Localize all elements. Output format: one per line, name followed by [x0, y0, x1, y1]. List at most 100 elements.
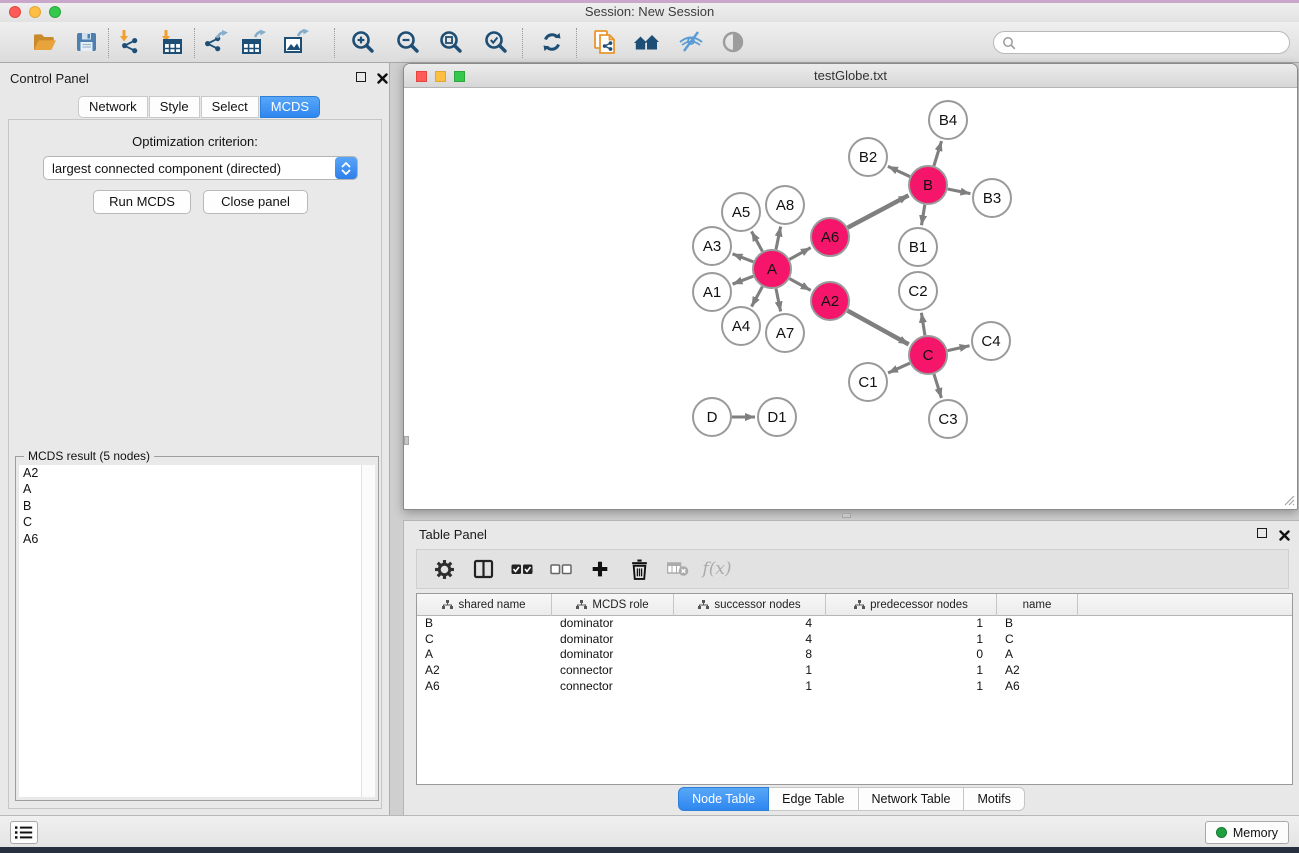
graph-node-C1[interactable]: C1: [849, 363, 887, 401]
network-window-titlebar[interactable]: testGlobe.txt: [404, 64, 1297, 88]
column-header-predecessor-nodes[interactable]: predecessor nodes: [826, 594, 997, 616]
graph-edge-A-A2[interactable]: [790, 279, 811, 291]
column-header-successor-nodes[interactable]: successor nodes: [674, 594, 826, 616]
export-table-icon[interactable]: [241, 29, 267, 55]
graph-edge-B-B1[interactable]: [922, 205, 925, 226]
memory-button[interactable]: Memory: [1205, 821, 1289, 844]
graph-node-A1[interactable]: A1: [693, 273, 731, 311]
mcds-result-item[interactable]: A2: [19, 465, 361, 481]
close-table-panel-icon[interactable]: [1279, 528, 1291, 540]
table-cell[interactable]: B: [997, 616, 1078, 632]
zoom-out-icon[interactable]: [395, 29, 421, 55]
home-view-icon[interactable]: [633, 29, 659, 55]
graph-edge-A-A6[interactable]: [790, 248, 811, 260]
graph-node-D[interactable]: D: [693, 398, 731, 436]
clone-network-icon[interactable]: [592, 29, 618, 55]
graph-edge-C-C1[interactable]: [888, 363, 910, 373]
open-session-icon[interactable]: [32, 29, 58, 55]
export-network-icon[interactable]: [203, 29, 229, 55]
run-mcds-button[interactable]: Run MCDS: [93, 190, 191, 214]
table-cell[interactable]: 1: [826, 616, 997, 632]
graph-node-C2[interactable]: C2: [899, 272, 937, 310]
graph-node-B1[interactable]: B1: [899, 228, 937, 266]
graph-node-D1[interactable]: D1: [758, 398, 796, 436]
mcds-result-item[interactable]: A6: [19, 531, 361, 547]
mcds-result-item[interactable]: B: [19, 498, 361, 514]
graph-edge-A2-C[interactable]: [848, 311, 909, 345]
column-header-name[interactable]: name: [997, 594, 1078, 616]
table-cell[interactable]: A2: [417, 663, 552, 679]
search-input[interactable]: [1021, 36, 1281, 50]
float-panel-icon[interactable]: [356, 72, 368, 84]
tab-edge-table[interactable]: Edge Table: [769, 787, 858, 811]
graph-edge-A-A8[interactable]: [776, 227, 781, 250]
tab-motifs[interactable]: Motifs: [964, 787, 1024, 811]
table-cell[interactable]: connector: [552, 663, 674, 679]
graph-edge-A6-B[interactable]: [848, 195, 909, 227]
column-header-shared-name[interactable]: shared name: [417, 594, 552, 616]
tab-select[interactable]: Select: [201, 96, 259, 118]
graph-node-B2[interactable]: B2: [849, 138, 887, 176]
import-table-icon[interactable]: [157, 29, 183, 55]
close-panel-button[interactable]: Close panel: [203, 190, 308, 214]
graph-node-C3[interactable]: C3: [929, 400, 967, 438]
table-cell[interactable]: 1: [826, 632, 997, 648]
graph-edge-B-B3[interactable]: [948, 189, 971, 194]
graph-node-B[interactable]: B: [909, 166, 947, 204]
table-row[interactable]: Cdominator41C: [417, 632, 1292, 648]
table-cell[interactable]: A: [417, 647, 552, 663]
add-column-icon[interactable]: [589, 558, 611, 580]
table-cell[interactable]: dominator: [552, 616, 674, 632]
settings-gear-icon[interactable]: [433, 558, 455, 580]
save-session-icon[interactable]: [74, 29, 100, 55]
graph-edge-B-B2[interactable]: [888, 166, 910, 176]
graph-edge-B-B4[interactable]: [934, 141, 942, 166]
resize-grip-icon[interactable]: [1282, 493, 1295, 506]
close-panel-icon[interactable]: [377, 71, 389, 83]
import-network-icon[interactable]: [115, 29, 141, 55]
network-canvas[interactable]: B4B2BB3A5A8A6A3B1AA1C2A2A4A7C4CC1DD1C3: [404, 88, 1297, 508]
tab-network-table[interactable]: Network Table: [859, 787, 965, 811]
graph-node-C4[interactable]: C4: [972, 322, 1010, 360]
table-cell[interactable]: 1: [826, 679, 997, 695]
graph-edge-A-A1[interactable]: [733, 276, 754, 284]
graph-node-C[interactable]: C: [909, 336, 947, 374]
table-row[interactable]: A6connector11A6: [417, 679, 1292, 695]
table-row[interactable]: Adominator80A: [417, 647, 1292, 663]
hide-panels-icon[interactable]: [678, 29, 704, 55]
table-cell[interactable]: A6: [417, 679, 552, 695]
table-cell[interactable]: C: [417, 632, 552, 648]
zoom-selected-icon[interactable]: [483, 29, 509, 55]
graph-node-A7[interactable]: A7: [766, 314, 804, 352]
graph-edge-A-A3[interactable]: [733, 254, 754, 262]
table-cell[interactable]: B: [417, 616, 552, 632]
mcds-result-item[interactable]: C: [19, 514, 361, 530]
table-cell[interactable]: A6: [997, 679, 1078, 695]
table-cell[interactable]: connector: [552, 679, 674, 695]
deselect-all-icon[interactable]: [550, 558, 572, 580]
graph-edge-C-C4[interactable]: [948, 346, 970, 351]
table-cell[interactable]: 1: [826, 663, 997, 679]
table-cell[interactable]: 1: [674, 663, 826, 679]
delete-icon[interactable]: [628, 558, 650, 580]
table-cell[interactable]: dominator: [552, 632, 674, 648]
select-all-icon[interactable]: [511, 558, 533, 580]
graph-node-A4[interactable]: A4: [722, 307, 760, 345]
float-table-panel-icon[interactable]: [1257, 528, 1269, 540]
table-cell[interactable]: 0: [826, 647, 997, 663]
table-cell[interactable]: 1: [674, 679, 826, 695]
column-header-MCDS-role[interactable]: MCDS role: [552, 594, 674, 616]
mcds-list-scrollbar[interactable]: [361, 465, 375, 797]
criterion-select[interactable]: largest connected component (directed): [43, 156, 358, 180]
zoom-fit-icon[interactable]: [438, 29, 464, 55]
graph-edge-C-C3[interactable]: [934, 374, 941, 398]
table-cell[interactable]: dominator: [552, 647, 674, 663]
table-cell[interactable]: 4: [674, 616, 826, 632]
graph-node-A6[interactable]: A6: [811, 218, 849, 256]
graph-edge-C-C2[interactable]: [921, 313, 925, 336]
graph-node-A5[interactable]: A5: [722, 193, 760, 231]
graph-node-A3[interactable]: A3: [693, 227, 731, 265]
search-field[interactable]: [993, 31, 1290, 54]
graph-node-A2[interactable]: A2: [811, 282, 849, 320]
table-row[interactable]: Bdominator41B: [417, 616, 1292, 632]
